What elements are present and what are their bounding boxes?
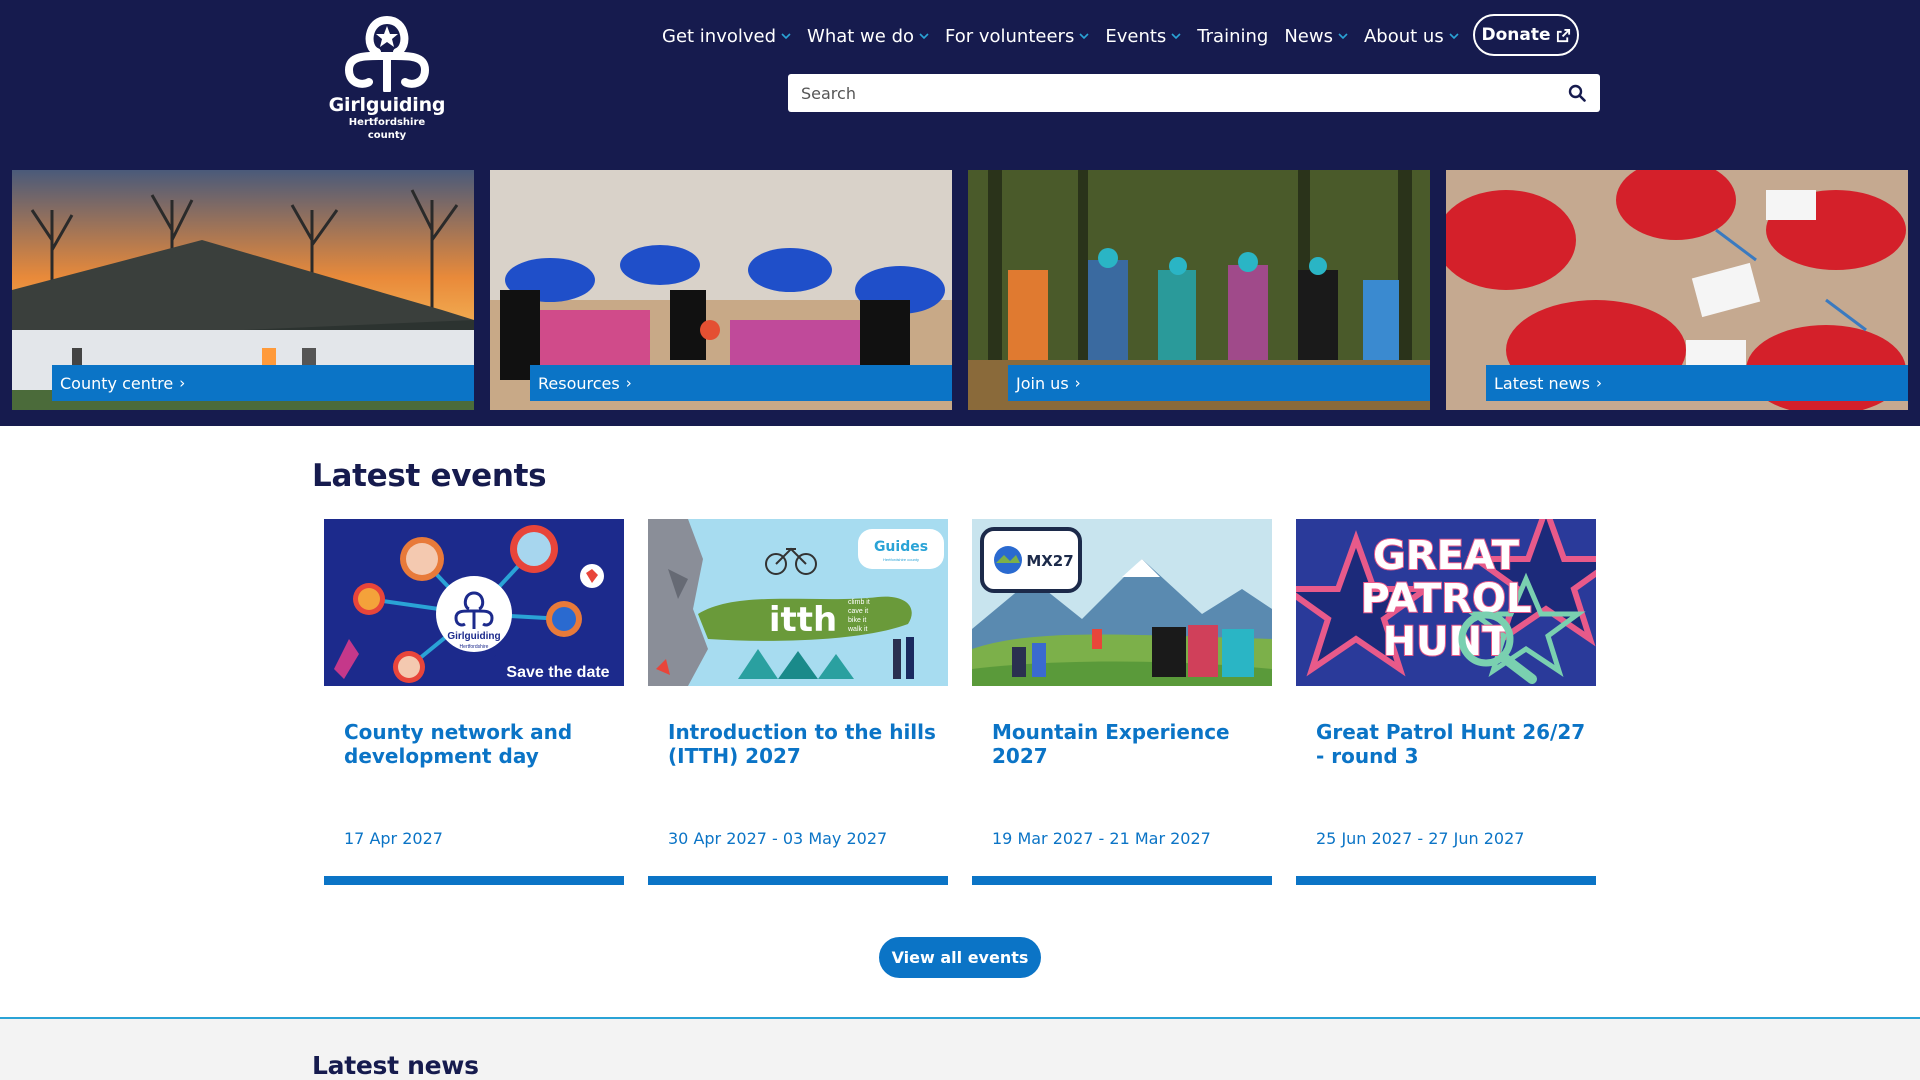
event-card[interactable]: GREAT PATROL HUNT Great Patrol Hunt 26/2… xyxy=(1296,519,1596,886)
hunt-line-patrol: PATROL xyxy=(1360,576,1531,622)
feature-tiles: County centre › Resources › Join us › La… xyxy=(12,170,1908,410)
nav-label: Training xyxy=(1197,25,1269,47)
site-header: Girlguiding Hertfordshire county Get inv… xyxy=(0,0,1920,426)
itth-tagline-cave: cave it xyxy=(848,608,868,615)
event-date: 17 Apr 2027 xyxy=(344,829,443,848)
tile-label-text: Latest news xyxy=(1494,373,1590,393)
nav-label: What we do xyxy=(807,25,915,47)
chevron-down-icon xyxy=(781,33,791,40)
event-card-image: GREAT PATROL HUNT xyxy=(1296,519,1596,686)
nav-item-training[interactable]: Training xyxy=(1197,26,1268,47)
network-day-artwork: Girlguiding Hertfordshire Save the date xyxy=(324,519,624,686)
event-card[interactable]: Girlguiding Hertfordshire Save the date … xyxy=(324,519,624,886)
tile-label: Join us › xyxy=(1008,365,1430,401)
tile-label-text: Resources xyxy=(538,373,620,393)
event-title: Great Patrol Hunt 26/27 - round 3 xyxy=(1316,720,1586,768)
site-logo[interactable]: Girlguiding Hertfordshire county xyxy=(323,12,451,148)
event-date: 19 Mar 2027 - 21 Mar 2027 xyxy=(992,829,1211,848)
mountain-experience-artwork: MX27 xyxy=(972,519,1272,686)
nav-label: Events xyxy=(1105,25,1167,47)
tile-label: County centre › xyxy=(52,365,474,401)
external-link-icon xyxy=(1556,28,1570,42)
nav-item-news[interactable]: News xyxy=(1284,26,1348,47)
tile-label: Resources › xyxy=(530,365,952,401)
chevron-down-icon xyxy=(919,33,929,40)
guides-brand-text: Guides xyxy=(874,539,928,555)
event-card-image: itth climb it cave it bike it walk it Gu… xyxy=(648,519,948,686)
event-title: Introduction to the hills (ITTH) 2027 xyxy=(668,720,936,768)
trefoil-logo-icon xyxy=(344,15,430,92)
main-nav: Get involved What we do For volunteers E… xyxy=(662,24,1475,48)
latest-news-section xyxy=(0,1017,1920,1080)
nav-label: About us xyxy=(1363,25,1444,47)
nav-label: Get involved xyxy=(662,25,777,47)
donate-label: Donate xyxy=(1481,25,1551,45)
chevron-right-icon: › xyxy=(1595,374,1602,392)
event-card-accent-bar xyxy=(972,876,1272,885)
latest-news-heading: Latest news xyxy=(312,1051,479,1080)
chevron-down-icon xyxy=(1079,33,1089,40)
tile-label-text: Join us xyxy=(1016,373,1069,393)
itth-tagline-bike: bike it xyxy=(848,617,866,624)
nav-item-for-volunteers[interactable]: For volunteers xyxy=(945,26,1089,47)
hunt-line-great: GREAT xyxy=(1373,533,1520,579)
itth-tagline-walk: walk it xyxy=(847,626,868,633)
nav-item-get-involved[interactable]: Get involved xyxy=(662,26,791,47)
guides-brand-sub: Hertfordshire county xyxy=(883,557,919,562)
search-input[interactable] xyxy=(788,74,1554,112)
search-icon xyxy=(1568,84,1586,102)
event-card-image: Girlguiding Hertfordshire Save the date xyxy=(324,519,624,686)
tile-label-text: County centre xyxy=(60,373,174,393)
event-card[interactable]: MX27 Mountain Experience 2027 19 Mar 202… xyxy=(972,519,1272,886)
donate-button[interactable]: Donate xyxy=(1473,14,1579,56)
chevron-down-icon xyxy=(1171,33,1181,40)
tile-label: Latest news › xyxy=(1486,365,1908,401)
chevron-right-icon: › xyxy=(625,374,632,392)
chevron-right-icon: › xyxy=(1074,374,1081,392)
nav-label: News xyxy=(1284,25,1333,47)
event-card-accent-bar xyxy=(1296,876,1596,885)
tile-county-centre[interactable]: County centre › xyxy=(12,170,474,410)
event-card[interactable]: itth climb it cave it bike it walk it Gu… xyxy=(648,519,948,886)
save-the-date-text: Save the date xyxy=(506,664,609,681)
great-patrol-hunt-artwork: GREAT PATROL HUNT xyxy=(1296,519,1596,686)
tile-join-us[interactable]: Join us › xyxy=(968,170,1430,410)
search-bar xyxy=(788,74,1600,112)
nav-item-events[interactable]: Events xyxy=(1105,26,1181,47)
network-logo-name: Girlguiding xyxy=(447,631,500,642)
nav-label: For volunteers xyxy=(945,25,1075,47)
nav-item-what-we-do[interactable]: What we do xyxy=(807,26,929,47)
itth-artwork: itth climb it cave it bike it walk it Gu… xyxy=(648,519,948,686)
chevron-down-icon xyxy=(1338,33,1348,40)
event-date: 30 Apr 2027 - 03 May 2027 xyxy=(668,829,888,848)
nav-item-about-us[interactable]: About us xyxy=(1364,26,1459,47)
event-card-image: MX27 xyxy=(972,519,1272,686)
mx27-logo-text: MX27 xyxy=(1026,552,1073,570)
itth-tagline-climb: climb it xyxy=(848,599,870,606)
hunt-line-hunt: HUNT xyxy=(1383,619,1510,665)
event-date: 25 Jun 2027 - 27 Jun 2027 xyxy=(1316,829,1525,848)
view-all-events-button[interactable]: View all events xyxy=(879,937,1041,978)
tile-resources[interactable]: Resources › xyxy=(490,170,952,410)
itth-logo-text: itth xyxy=(769,600,837,640)
chevron-right-icon: › xyxy=(179,374,186,392)
event-title: Mountain Experience 2027 xyxy=(992,720,1230,768)
tile-latest-news[interactable]: Latest news › xyxy=(1446,170,1908,410)
event-title: County network and development day xyxy=(344,720,573,768)
logo-name: Girlguiding xyxy=(328,94,446,116)
latest-events-heading: Latest events xyxy=(312,458,547,494)
search-button[interactable] xyxy=(1554,74,1600,112)
chevron-down-icon xyxy=(1449,33,1459,40)
logo-sub-region: Hertfordshire xyxy=(348,117,426,128)
event-card-accent-bar xyxy=(324,876,624,885)
network-logo-sub: Hertfordshire xyxy=(460,644,489,650)
event-card-accent-bar xyxy=(648,876,948,885)
logo-sub-county: county xyxy=(367,130,407,141)
